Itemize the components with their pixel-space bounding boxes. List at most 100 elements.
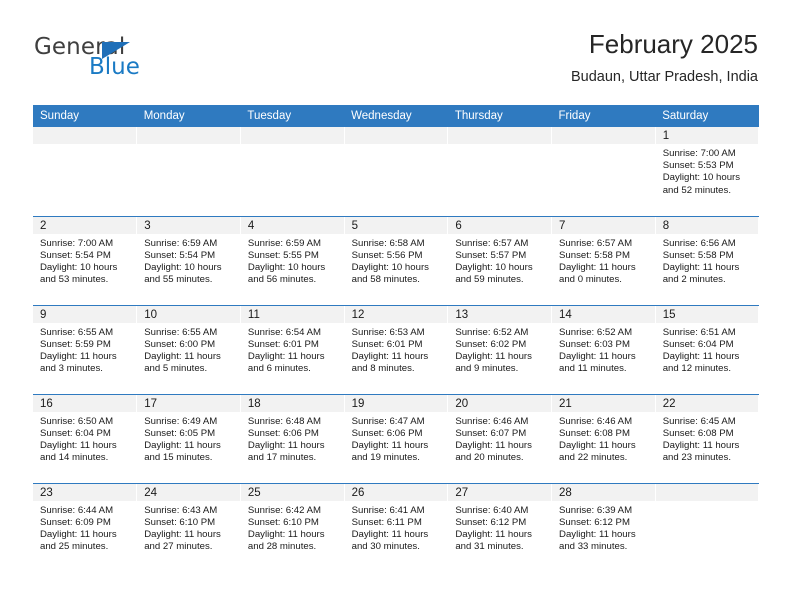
calendar-day-cell[interactable]: 8 Sunrise: 6:56 AM Sunset: 5:58 PM Daylight…	[655, 216, 760, 306]
calendar-day-cell[interactable]: 14 Sunrise: 6:52 AM Sunset: 6:03 PM Dayligh…	[551, 305, 656, 395]
daylight-text: Daylight: 11 hours and 19 minutes.	[351, 439, 429, 464]
calendar-day-cell[interactable]: 7 Sunrise: 6:57 AM Sunset: 5:58 PM Daylight…	[551, 216, 656, 306]
sunrise-text: Sunrise: 6:53 AM	[351, 326, 425, 338]
daylight-text: Daylight: 11 hours and 23 minutes.	[662, 439, 740, 464]
calendar-week-row: 16 Sunrise: 6:50 AM Sunset: 6:04 PM Dayligh…	[33, 394, 760, 484]
day-number: 3	[137, 216, 240, 234]
daylight-text: Daylight: 11 hours and 17 minutes.	[247, 439, 325, 464]
day-cell-inner: 1 Sunrise: 7:00 AM Sunset: 5:53 PM Daylight…	[655, 127, 759, 216]
sunset-text: Sunset: 5:53 PM	[662, 160, 734, 172]
day-cell-inner	[448, 127, 552, 216]
day-cell-inner: 3 Sunrise: 6:59 AM Sunset: 5:54 PM Daylight…	[137, 216, 240, 305]
daylight-text: Daylight: 11 hours and 25 minutes.	[40, 528, 117, 553]
calendar-day-cell-empty	[33, 127, 138, 217]
day-sun-info: Sunrise: 6:59 AM Sunset: 5:55 PM Daylight:…	[241, 234, 344, 287]
calendar-day-cell[interactable]: 26 Sunrise: 6:41 AM Sunset: 6:11 PM Dayligh…	[344, 483, 449, 573]
calendar-day-cell[interactable]: 12 Sunrise: 6:53 AM Sunset: 6:01 PM Dayligh…	[344, 305, 449, 395]
day-sun-info: Sunrise: 6:52 AM Sunset: 6:02 PM Daylight:…	[448, 323, 551, 376]
calendar-day-cell[interactable]: 5 Sunrise: 6:58 AM Sunset: 5:56 PM Daylight…	[344, 216, 449, 306]
calendar-day-cell[interactable]: 15 Sunrise: 6:51 AM Sunset: 6:04 PM Dayligh…	[655, 305, 760, 395]
calendar-day-cell[interactable]: 2 Sunrise: 7:00 AM Sunset: 5:54 PM Daylight…	[33, 216, 138, 306]
day-sun-info: Sunrise: 7:00 AM Sunset: 5:54 PM Daylight:…	[33, 234, 136, 287]
day-number: 26	[344, 483, 448, 501]
daylight-text: Daylight: 11 hours and 9 minutes.	[455, 350, 532, 375]
calendar-day-cell[interactable]: 20 Sunrise: 6:46 AM Sunset: 6:07 PM Dayligh…	[447, 394, 553, 484]
daylight-text: Daylight: 11 hours and 11 minutes.	[559, 350, 636, 375]
sunrise-text: Sunrise: 6:57 AM	[559, 237, 633, 249]
calendar-day-cell[interactable]: 1 Sunrise: 7:00 AM Sunset: 5:53 PM Daylight…	[655, 127, 760, 217]
sunrise-text: Sunrise: 6:39 AM	[559, 504, 633, 516]
day-cell-inner: 27 Sunrise: 6:40 AM Sunset: 6:12 PM Dayligh…	[448, 483, 552, 573]
day-sun-info: Sunrise: 6:51 AM Sunset: 6:04 PM Daylight:…	[656, 323, 759, 376]
sunset-text: Sunset: 6:12 PM	[455, 516, 527, 528]
weekday-header-friday: Friday	[551, 105, 656, 127]
sunset-text: Sunset: 6:04 PM	[40, 427, 111, 439]
sunrise-text: Sunrise: 6:45 AM	[662, 415, 736, 427]
calendar-day-cell[interactable]: 18 Sunrise: 6:48 AM Sunset: 6:06 PM Dayligh…	[240, 394, 345, 484]
day-number: 5	[344, 216, 448, 234]
calendar-day-cell[interactable]: 21 Sunrise: 6:46 AM Sunset: 6:08 PM Dayligh…	[551, 394, 656, 484]
sunrise-text: Sunrise: 6:54 AM	[247, 326, 321, 338]
day-cell-inner	[344, 127, 448, 216]
calendar-day-cell[interactable]: 23 Sunrise: 6:44 AM Sunset: 6:09 PM Dayligh…	[33, 483, 138, 573]
day-cell-inner: 23 Sunrise: 6:44 AM Sunset: 6:09 PM Dayligh…	[33, 483, 137, 573]
calendar-day-cell[interactable]: 28 Sunrise: 6:39 AM Sunset: 6:12 PM Dayligh…	[551, 483, 656, 572]
daylight-text: Daylight: 11 hours and 33 minutes.	[559, 528, 636, 553]
day-number: 22	[655, 394, 759, 412]
calendar-day-cell[interactable]: 3 Sunrise: 6:59 AM Sunset: 5:54 PM Daylight…	[136, 216, 241, 306]
day-cell-inner: 12 Sunrise: 6:53 AM Sunset: 6:01 PM Dayligh…	[344, 305, 448, 394]
day-cell-inner: 15 Sunrise: 6:51 AM Sunset: 6:04 PM Dayligh…	[655, 305, 759, 394]
calendar-day-cell[interactable]: 19 Sunrise: 6:47 AM Sunset: 6:06 PM Dayligh…	[344, 394, 449, 484]
day-cell-inner: 26 Sunrise: 6:41 AM Sunset: 6:11 PM Dayligh…	[344, 483, 448, 573]
calendar-day-cell[interactable]: 4 Sunrise: 6:59 AM Sunset: 5:55 PM Daylight…	[240, 216, 345, 306]
day-cell-inner: 13 Sunrise: 6:52 AM Sunset: 6:02 PM Dayligh…	[448, 305, 552, 394]
day-sun-info: Sunrise: 6:50 AM Sunset: 6:04 PM Daylight:…	[33, 412, 136, 465]
sunset-text: Sunset: 5:58 PM	[559, 249, 630, 261]
sunset-text: Sunset: 5:55 PM	[247, 249, 319, 261]
calendar-day-cell[interactable]: 11 Sunrise: 6:54 AM Sunset: 6:01 PM Dayligh…	[240, 305, 345, 395]
calendar-week-row: 2 Sunrise: 7:00 AM Sunset: 5:54 PM Daylight…	[33, 216, 760, 306]
sunset-text: Sunset: 6:10 PM	[144, 516, 216, 528]
day-sun-info: Sunrise: 6:48 AM Sunset: 6:06 PM Daylight:…	[241, 412, 344, 465]
calendar-day-cell[interactable]: 22 Sunrise: 6:45 AM Sunset: 6:08 PM Dayligh…	[655, 394, 760, 484]
page-subtitle: Budaun, Uttar Pradesh, India	[570, 69, 758, 85]
sunrise-text: Sunrise: 6:56 AM	[662, 237, 736, 249]
calendar-day-cell[interactable]: 10 Sunrise: 6:55 AM Sunset: 6:00 PM Dayligh…	[136, 305, 241, 395]
calendar-day-cell[interactable]: 27 Sunrise: 6:40 AM Sunset: 6:12 PM Dayligh…	[447, 483, 553, 573]
sunrise-text: Sunrise: 6:52 AM	[559, 326, 633, 338]
day-number	[655, 483, 759, 501]
sunrise-text: Sunrise: 6:46 AM	[455, 415, 529, 427]
day-cell-inner: 14 Sunrise: 6:52 AM Sunset: 6:03 PM Dayligh…	[552, 305, 655, 394]
calendar-day-cell[interactable]: 6 Sunrise: 6:57 AM Sunset: 5:57 PM Daylight…	[447, 216, 553, 306]
calendar-day-cell-empty	[551, 127, 656, 217]
calendar-day-cell[interactable]: 17 Sunrise: 6:49 AM Sunset: 6:05 PM Dayligh…	[136, 394, 241, 484]
calendar-day-cell[interactable]: 25 Sunrise: 6:42 AM Sunset: 6:10 PM Dayligh…	[240, 483, 345, 572]
sunrise-text: Sunrise: 6:59 AM	[144, 237, 218, 249]
day-number: 15	[655, 305, 759, 323]
calendar-week-row: 9 Sunrise: 6:55 AM Sunset: 5:59 PM Daylight…	[33, 305, 760, 395]
day-cell-inner: 22 Sunrise: 6:45 AM Sunset: 6:08 PM Dayligh…	[655, 394, 759, 483]
calendar-day-cell[interactable]: 9 Sunrise: 6:55 AM Sunset: 5:59 PM Daylight…	[33, 305, 138, 395]
sunset-text: Sunset: 5:54 PM	[40, 249, 111, 261]
sunset-text: Sunset: 6:10 PM	[247, 516, 319, 528]
day-sun-info: Sunrise: 6:40 AM Sunset: 6:12 PM Daylight:…	[448, 501, 551, 554]
day-sun-info: Sunrise: 6:53 AM Sunset: 6:01 PM Daylight:…	[345, 323, 448, 376]
day-sun-info: Sunrise: 6:39 AM Sunset: 6:12 PM Daylight:…	[552, 501, 655, 554]
daylight-text: Daylight: 11 hours and 0 minutes.	[559, 261, 636, 286]
general-blue-logo[interactable]: General Blue	[34, 34, 264, 90]
sunrise-text: Sunrise: 7:00 AM	[40, 237, 114, 249]
day-number: 19	[344, 394, 448, 412]
day-sun-info: Sunrise: 6:56 AM Sunset: 5:58 PM Daylight:…	[656, 234, 759, 287]
daylight-text: Daylight: 11 hours and 15 minutes.	[144, 439, 221, 464]
calendar-day-cell[interactable]: 16 Sunrise: 6:50 AM Sunset: 6:04 PM Dayligh…	[33, 394, 138, 484]
calendar-day-cell[interactable]: 24 Sunrise: 6:43 AM Sunset: 6:10 PM Dayligh…	[136, 483, 241, 572]
sunset-text: Sunset: 5:57 PM	[455, 249, 527, 261]
day-number: 7	[552, 216, 655, 234]
day-number: 16	[33, 394, 137, 412]
calendar-day-cell[interactable]: 13 Sunrise: 6:52 AM Sunset: 6:02 PM Dayligh…	[447, 305, 553, 395]
calendar-week-row: 23 Sunrise: 6:44 AM Sunset: 6:09 PM Dayligh…	[33, 483, 760, 573]
day-cell-inner: 11 Sunrise: 6:54 AM Sunset: 6:01 PM Dayligh…	[240, 305, 344, 394]
day-cell-inner: 21 Sunrise: 6:46 AM Sunset: 6:08 PM Dayligh…	[552, 394, 655, 483]
day-number: 25	[240, 483, 344, 501]
day-number: 17	[137, 394, 240, 412]
